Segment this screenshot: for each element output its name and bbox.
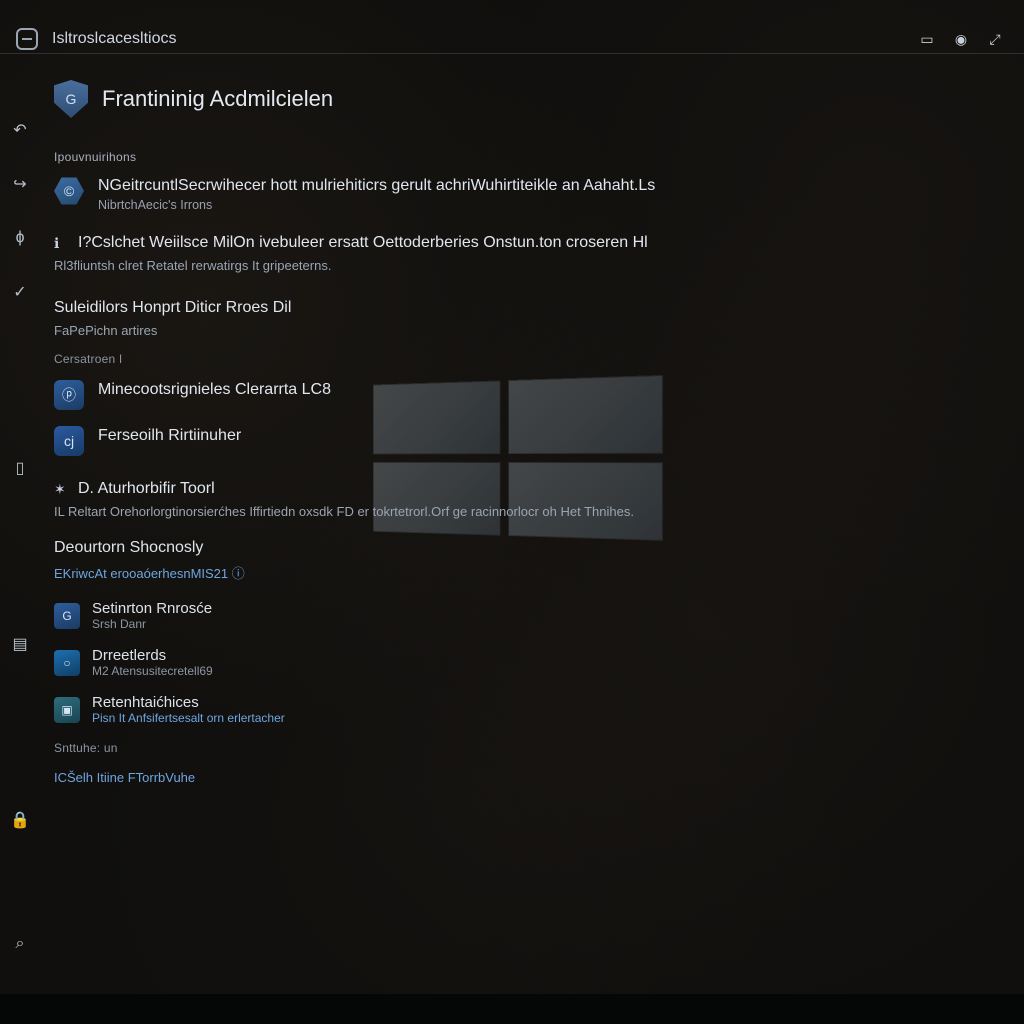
lock-icon[interactable]: 🔒 <box>10 810 30 830</box>
hexagon-icon: © <box>54 176 84 206</box>
list-item-sub: Pisn It Anfsifertsesalt orn erlertacher <box>92 711 285 725</box>
entry-title: Ferseoilh Rirtiinuher <box>98 426 241 446</box>
page-icon[interactable]: ▯ <box>10 458 30 478</box>
caption-text: Cersatroen I <box>54 352 994 366</box>
search-icon[interactable]: ⌕ <box>10 934 30 954</box>
person-icon: ✶ <box>54 481 70 497</box>
list-item[interactable]: ▣ Retenhtaićhices Pisn It Anfsifertsesal… <box>54 694 994 725</box>
page-title: Frantininig Acdmilcielen <box>102 86 333 112</box>
subheading-solutions: Suleidilors Honprt Diticr Rroes Dil <box>54 299 994 317</box>
app-tile-icon: ▣ <box>54 697 80 723</box>
entry-title: Minecootsrignieles Clerarrta LC8 <box>98 380 331 400</box>
flame-icon[interactable]: ɸ <box>10 228 30 248</box>
list-item-title: Retenhtaićhices <box>92 694 285 711</box>
shield-icon: G <box>54 80 88 118</box>
footer-link[interactable]: ICŠelh Itiine FTorrbVuhe <box>54 770 195 785</box>
entry-microsoft[interactable]: ⓟ Minecootsrignieles Clerarrta LC8 <box>54 380 994 410</box>
list-item-sub: M2 Atensusitecretell69 <box>92 664 213 678</box>
list-item[interactable]: ○ Drreetlerds M2 Atensusitecretell69 <box>54 647 994 678</box>
footer-small: Snttuhe: un <box>54 741 994 755</box>
app-tile-icon: ○ <box>54 650 80 676</box>
app-icon <box>16 28 38 50</box>
subheading-cache: ℹ I?Cslchet Weiilsce MilOn ivebuleer ers… <box>54 234 994 252</box>
entry-title: NGeitrcuntlSecrwihecer hott mulriehiticr… <box>98 176 655 196</box>
app-tile-icon: G <box>54 603 80 629</box>
section-label-1: Ipouvnuirihons <box>54 150 994 164</box>
main-content: G Frantininig Acdmilcielen Ipouvnuirihon… <box>54 80 994 984</box>
clipboard-icon[interactable]: ▤ <box>10 634 30 654</box>
close-button[interactable]: ⤢ <box>986 31 1004 47</box>
entry-network[interactable]: © NGeitrcuntlSecrwihecer hott mulriehiti… <box>54 176 994 212</box>
list-item-title: Drreetlerds <box>92 647 213 664</box>
settings-window: Isltroslcacesltiocs ▭ ◉ ⤢ ↶ ↪ ɸ ✓ ▯ ▤ 🔒 … <box>0 0 1024 1024</box>
nav-rail: ↶ ↪ ɸ ✓ ▯ ▤ 🔒 ⌕ <box>0 70 40 984</box>
taskbar[interactable] <box>0 994 1024 1024</box>
circle-badge-icon: ⓟ <box>54 380 84 410</box>
check-icon[interactable]: ✓ <box>10 282 30 302</box>
group-link[interactable]: EKriwcAt erooaóerhesnMIS21 ⓘ <box>54 563 245 582</box>
back-icon[interactable]: ↶ <box>10 120 30 140</box>
subdesc-solutions: FaPePichn artires <box>54 323 994 338</box>
entry-firewall[interactable]: cj Ferseoilh Rirtiinuher <box>54 426 994 456</box>
minimize-button[interactable]: ▭ <box>918 31 936 47</box>
window-title: Isltroslcacesltiocs <box>52 30 176 48</box>
share-icon[interactable]: ↪ <box>10 174 30 194</box>
square-badge-icon: cj <box>54 426 84 456</box>
subdesc-cache: Rl3fliuntsh clret Retatel rerwatirgs It … <box>54 258 994 273</box>
subheading-author: ✶ D. Aturhorbifir Toorl <box>54 480 994 498</box>
maximize-button[interactable]: ◉ <box>952 31 970 47</box>
list-item-sub: Srsh Danr <box>92 617 212 631</box>
page-header: G Frantininig Acdmilcielen <box>54 80 994 118</box>
question-icon: ℹ <box>54 235 70 251</box>
list-item-title: Setinrton Rnrosće <box>92 600 212 617</box>
list-item[interactable]: G Setinrton Rnrosće Srsh Danr <box>54 600 994 631</box>
entry-subtitle: NibrtchAecic's Irrons <box>98 198 655 212</box>
title-bar: Isltroslcacesltiocs ▭ ◉ ⤢ <box>0 24 1024 54</box>
subdesc-author: IL Reltart Orehorlorgtinorsierćhes Iffir… <box>54 504 994 519</box>
group-heading: Deourtorn Shocnosly <box>54 539 994 557</box>
